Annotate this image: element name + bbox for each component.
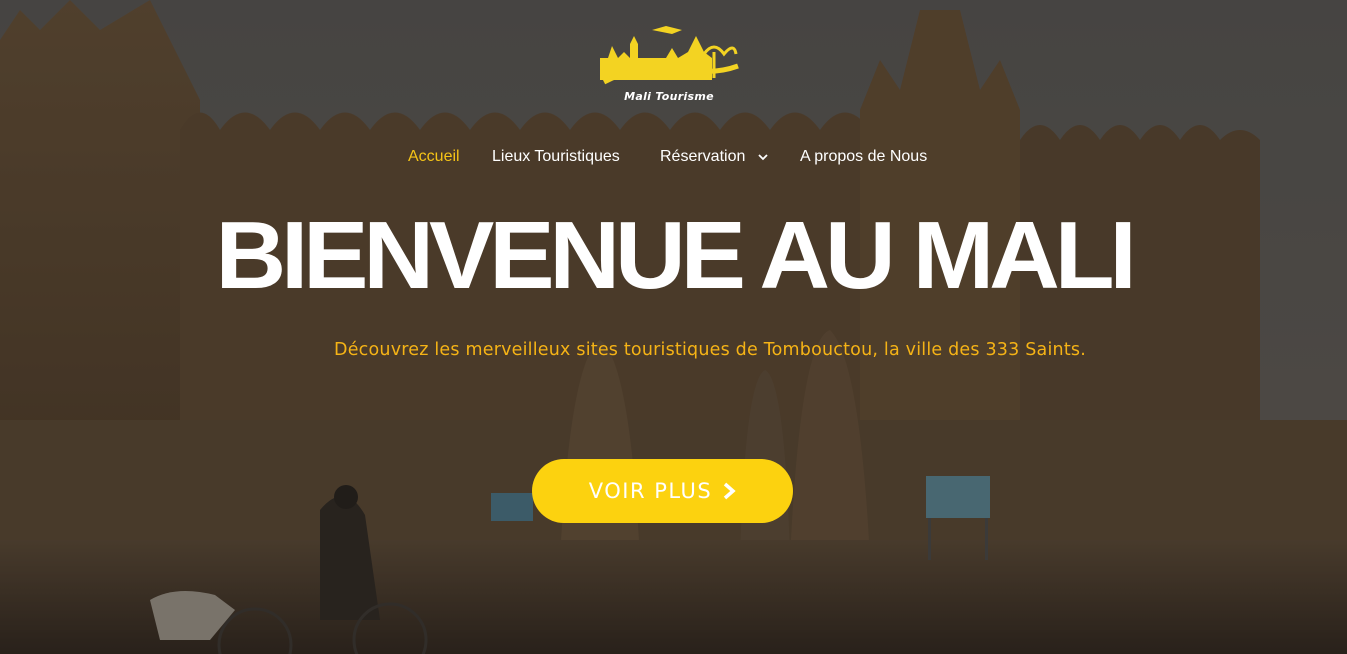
hero-title: BIENVENUE AU MALI	[215, 202, 1136, 309]
nav-item-lieux-touristiques[interactable]: Lieux Touristiques	[492, 146, 620, 168]
logo-mosque-icon	[600, 26, 739, 85]
hero-subtitle: Découvrez les merveilleux sites touristi…	[334, 340, 1086, 360]
nav-item-accueil[interactable]: Accueil	[408, 146, 460, 168]
mali-tourisme-logo[interactable]: Mali Tourisme	[596, 22, 742, 110]
chevron-down-icon	[758, 154, 768, 161]
voir-plus-label: VOIR PLUS	[588, 479, 713, 503]
nav-item-reservation[interactable]: Réservation	[660, 146, 768, 168]
chevron-right-icon	[724, 482, 736, 500]
nav-item-a-propos[interactable]: A propos de Nous	[800, 146, 927, 168]
nav-item-reservation-label: Réservation	[660, 148, 746, 165]
voir-plus-button[interactable]: VOIR PLUS	[532, 459, 793, 523]
hero-section: Mali Tourisme Accueil Lieux Touristiques…	[0, 0, 1347, 654]
logo-text: Mali Tourisme	[624, 90, 714, 103]
main-navigation: Accueil Lieux Touristiques Réservation A…	[0, 146, 1347, 170]
